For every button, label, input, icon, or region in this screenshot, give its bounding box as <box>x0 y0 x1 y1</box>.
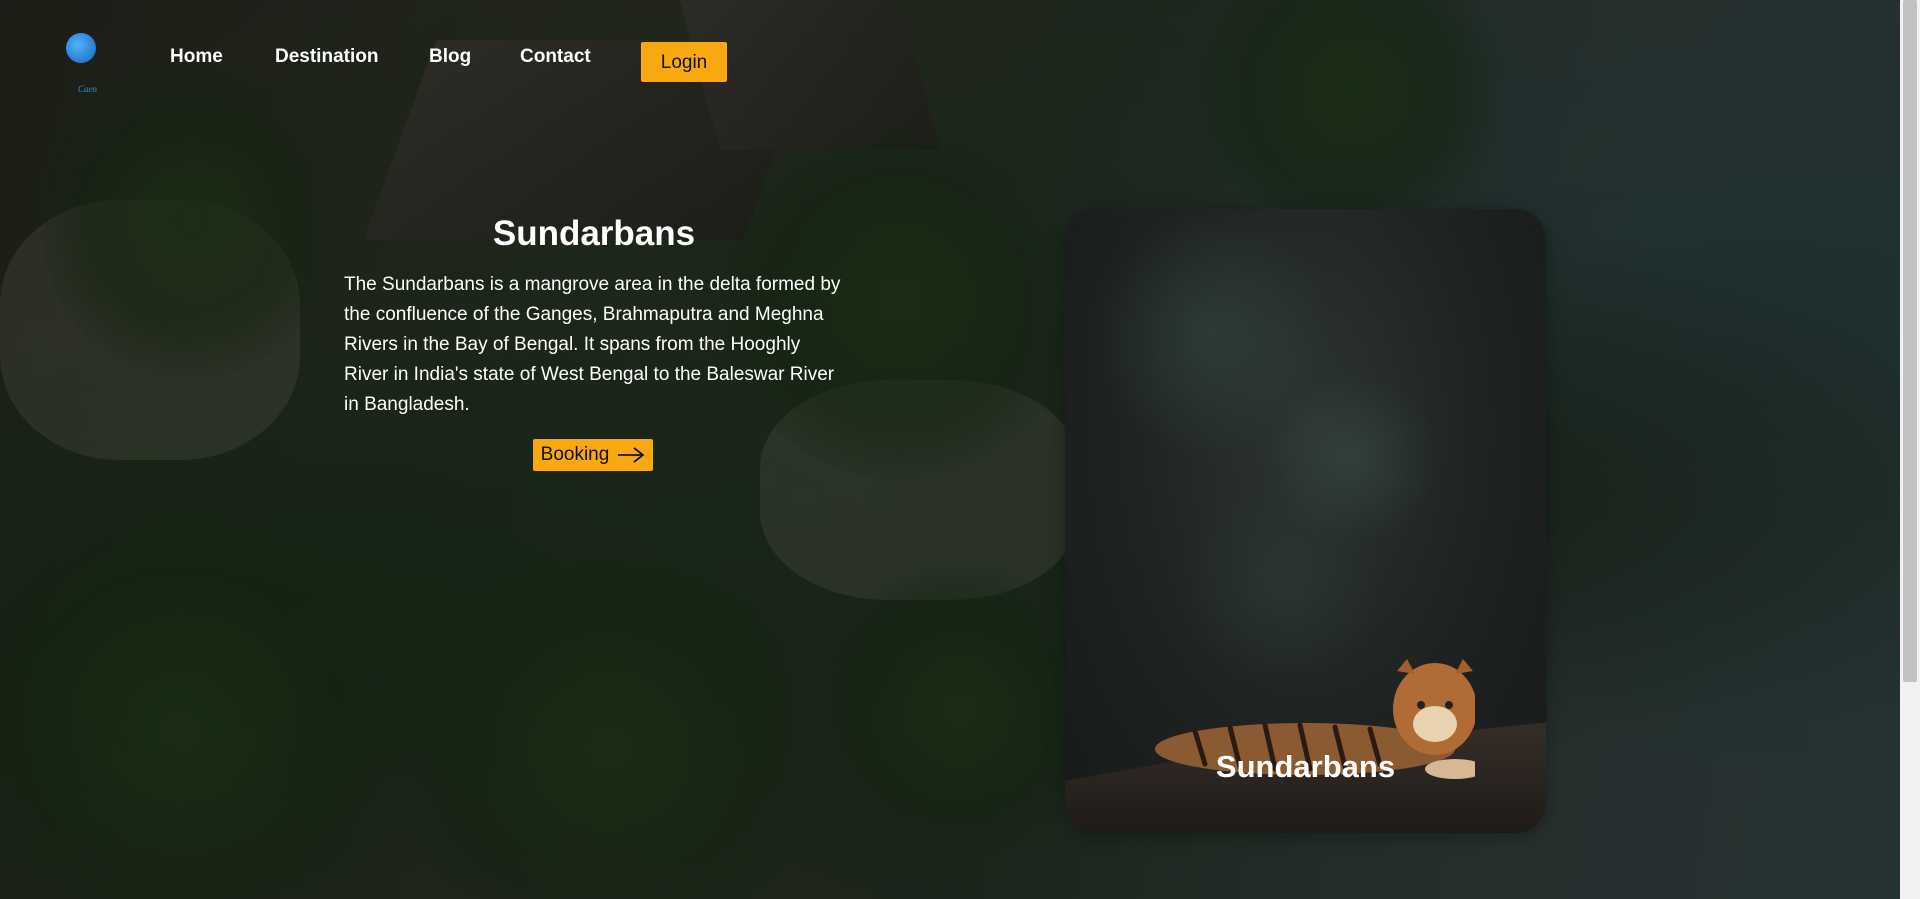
card-title: Sundarbans <box>1215 749 1396 784</box>
arrow-right-icon <box>617 447 645 463</box>
dark-overlay <box>0 0 1900 899</box>
destination-card[interactable]: Sundarbans <box>1065 209 1546 833</box>
logo-icon[interactable] <box>66 33 96 63</box>
booking-label: Booking <box>540 444 610 465</box>
booking-button[interactable]: Booking <box>533 439 653 471</box>
scrollbar-thumb[interactable] <box>1903 0 1917 682</box>
nav-link-destination[interactable]: Destination <box>275 46 378 68</box>
hero-description: The Sundarbans is a mangrove area in the… <box>344 274 841 415</box>
login-button[interactable]: Login <box>641 42 727 82</box>
hero-background: Caen Home Destination Blog Contact Login… <box>0 0 1900 899</box>
top-navigation: Caen Home Destination Blog Contact Login <box>0 0 900 110</box>
page-scrollbar[interactable] <box>1900 0 1920 899</box>
hero-title: Sundarbans <box>492 214 696 253</box>
logo-text: Caen <box>78 84 97 94</box>
nav-link-blog[interactable]: Blog <box>429 46 471 68</box>
nav-link-contact[interactable]: Contact <box>520 46 591 68</box>
nav-link-home[interactable]: Home <box>170 46 223 68</box>
